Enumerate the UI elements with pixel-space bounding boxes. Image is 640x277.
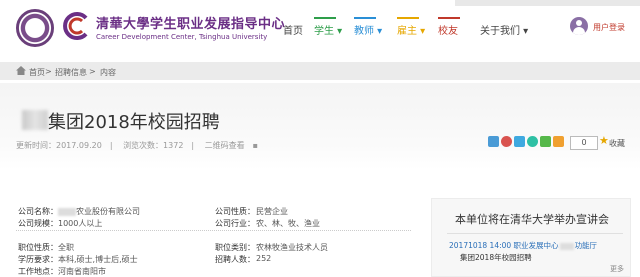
breadcrumb-recruitment[interactable]: 招聘信息 (55, 67, 87, 78)
company-name-text: 农业股份有限公司 (76, 207, 140, 216)
caret-down-icon: ▾ (520, 26, 529, 37)
location-label: 工作地点： (18, 267, 58, 276)
nav-label: 教师 (354, 26, 374, 37)
nav-alumni[interactable]: 校友 (438, 22, 458, 37)
share-renren-icon[interactable] (527, 136, 538, 147)
nav-underline-students (314, 17, 336, 19)
location-value: 河南省南阳市 (58, 267, 106, 276)
view-count: 浏览次数：1372 (123, 141, 184, 150)
info-session-place: 功能厅 (574, 241, 598, 250)
article-meta: 更新时间：2017.09.20 | 浏览次数：1372 | 二维码查看 ▪ (16, 140, 266, 151)
redacted-text (58, 207, 76, 216)
nav-label: 校友 (438, 26, 458, 37)
education-label: 学历要求： (18, 255, 58, 264)
favorite-count: 0 (570, 136, 598, 150)
detail-divider (16, 230, 411, 231)
top-utility-strip (455, 0, 640, 6)
redacted-company-name (22, 110, 48, 130)
nav-underline-teachers (354, 17, 376, 19)
favorite-button[interactable]: 收藏 (609, 138, 625, 149)
company-type-value: 民营企业 (256, 207, 288, 216)
redacted-text (559, 242, 574, 250)
company-name-label: 公司名称： (18, 207, 58, 216)
job-category-value: 农林牧渔业技术人员 (256, 243, 328, 252)
info-session-panel (431, 198, 631, 277)
tsinghua-seal-logo[interactable] (16, 9, 54, 47)
caret-down-icon: ▾ (334, 26, 343, 37)
company-size-label: 公司规模： (18, 219, 58, 228)
more-link[interactable]: 更多 (610, 264, 624, 274)
company-size-value: 1000人以上 (58, 219, 103, 228)
page-title: 集团2018年校园招聘 (48, 112, 220, 133)
share-more-icon[interactable] (553, 136, 564, 147)
job-category-label: 职位类别： (215, 243, 255, 252)
info-session-date: 20171018 14:00 职业发展中心 (449, 241, 559, 250)
meta-divider: | (109, 141, 113, 150)
nav-teachers[interactable]: 教师 ▾ (354, 22, 382, 37)
caret-down-icon: ▾ (374, 26, 383, 37)
nav-underline-employers (397, 17, 419, 19)
nav-employers[interactable]: 雇主 ▾ (397, 22, 425, 37)
qr-code-link[interactable]: 二维码查看 (205, 141, 245, 150)
caret-down-icon: ▾ (417, 26, 426, 37)
nav-about[interactable]: 关于我们 ▾ (480, 22, 528, 37)
nav-label: 学生 (314, 26, 334, 37)
share-qzone-icon[interactable] (488, 136, 499, 147)
info-session-name[interactable]: 集团2018年校园招聘 (460, 252, 532, 263)
site-subtitle: Career Development Center, Tsinghua Univ… (96, 33, 268, 41)
education-value: 本科,硕士,博士后,硕士 (58, 255, 138, 264)
headcount-value: 252 (256, 254, 272, 263)
meta-divider: | (191, 141, 195, 150)
share-wechat-icon[interactable] (540, 136, 551, 147)
nav-underline-alumni (438, 17, 460, 19)
qr-icon: ▪ (252, 141, 259, 150)
job-type-value: 全职 (58, 243, 74, 252)
industry-value: 农、林、牧、渔业 (256, 219, 320, 228)
home-icon (16, 66, 26, 75)
nav-label: 首页 (283, 26, 303, 37)
user-icon[interactable] (570, 17, 588, 35)
company-name-value: 农业股份有限公司 (58, 206, 140, 217)
breadcrumb-home[interactable]: 首页 (29, 67, 45, 78)
nav-home[interactable]: 首页 (283, 22, 303, 37)
industry-label: 公司行业： (215, 219, 255, 228)
headcount-label: 招聘人数： (215, 255, 255, 264)
nav-label: 雇主 (397, 26, 417, 37)
company-type-label: 公司性质： (215, 207, 255, 216)
share-tencent-icon[interactable] (514, 136, 525, 147)
updated-time: 更新时间：2017.09.20 (16, 141, 102, 150)
breadcrumb-content: 内容 (100, 68, 116, 77)
info-session-title: 本单位将在清华大学举办宣讲会 (455, 213, 609, 226)
site-title[interactable]: 清華大學学生职业发展指导中心 (96, 13, 285, 32)
breadcrumb-bar (0, 62, 640, 80)
panel-divider (447, 233, 623, 234)
user-login-link[interactable]: 用户登录 (593, 22, 625, 33)
nav-label: 关于我们 (480, 26, 520, 37)
share-weibo-icon[interactable] (501, 136, 512, 147)
career-center-logo[interactable] (60, 10, 92, 42)
nav-students[interactable]: 学生 ▾ (314, 22, 342, 37)
breadcrumb-separator: > (45, 67, 52, 76)
star-icon[interactable]: ★ (599, 134, 609, 147)
job-type-label: 职位性质： (18, 243, 58, 252)
breadcrumb-separator: > (89, 67, 96, 76)
info-session-link[interactable]: 20171018 14:00 职业发展中心 功能厅 (449, 240, 597, 251)
